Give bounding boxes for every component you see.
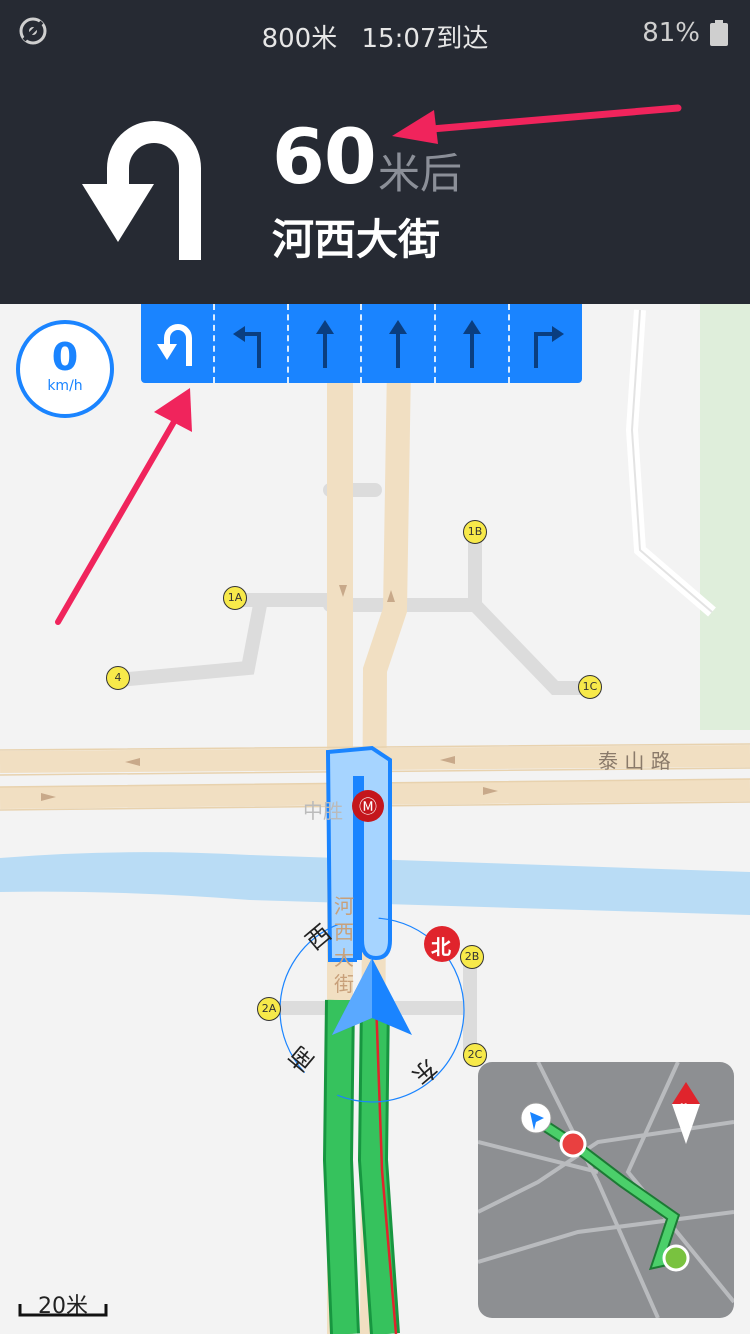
- lane-guidance: [141, 304, 582, 383]
- speed-value: 0: [51, 335, 79, 379]
- annotation-arrow-lanes: [55, 388, 192, 625]
- route-summary: 800米 15:07到达: [0, 18, 750, 55]
- straight-lane-icon: [389, 319, 408, 368]
- exit-marker: 1C: [578, 675, 602, 699]
- u-turn-left-icon: [82, 121, 201, 260]
- maneuver-distance: 60: [272, 112, 377, 201]
- road-label-char: 街: [334, 972, 354, 996]
- exit-marker: 1B: [463, 520, 487, 544]
- road-label-hexi: 河 西 大 街: [331, 893, 357, 997]
- map-scale: 20米: [18, 1288, 108, 1319]
- speed-unit: km/h: [47, 378, 83, 394]
- battery-icon: [710, 20, 728, 46]
- lane-4: [360, 304, 434, 383]
- road-label-char: 大: [334, 946, 354, 970]
- compass-north: 北: [431, 935, 451, 959]
- lane-3: [286, 304, 361, 383]
- scale-bar: [18, 1304, 108, 1317]
- lane-1: [141, 304, 213, 383]
- turn-right-lane-icon: [534, 325, 565, 368]
- straight-lane-icon: [463, 319, 482, 368]
- road-label-char: 河: [334, 894, 354, 918]
- lane-6: [508, 304, 582, 383]
- remaining-distance: 800米: [261, 24, 338, 54]
- lane-5: [434, 304, 508, 383]
- exit-marker: 4: [106, 666, 130, 690]
- minimap-north-label: 北: [676, 1102, 693, 1121]
- exit-marker: 2B: [460, 945, 484, 969]
- lane-2: [212, 304, 287, 383]
- minimap-canvas: [478, 1062, 734, 1318]
- speedometer: 0 km/h: [16, 320, 114, 418]
- u-turn-lane-icon: [156, 323, 192, 366]
- arrival-time: 15:07到达: [361, 24, 489, 54]
- annotation-arrow-top: [392, 104, 682, 144]
- station-label: 中胜: [303, 799, 343, 823]
- next-road-name: 河西大街: [272, 215, 441, 264]
- battery-percentage: 81%: [642, 18, 700, 48]
- overview-minimap[interactable]: 北: [478, 1062, 734, 1318]
- straight-lane-icon: [315, 319, 334, 368]
- status-bar: 800米 15:07到达 81%: [0, 0, 750, 66]
- exit-marker: 1A: [223, 586, 247, 610]
- turn-left-lane-icon: [232, 325, 261, 368]
- exit-marker: 2A: [257, 997, 281, 1021]
- road-label-taishan: 泰 山 路: [598, 749, 671, 773]
- svg-text:Ⓜ: Ⓜ: [359, 797, 377, 818]
